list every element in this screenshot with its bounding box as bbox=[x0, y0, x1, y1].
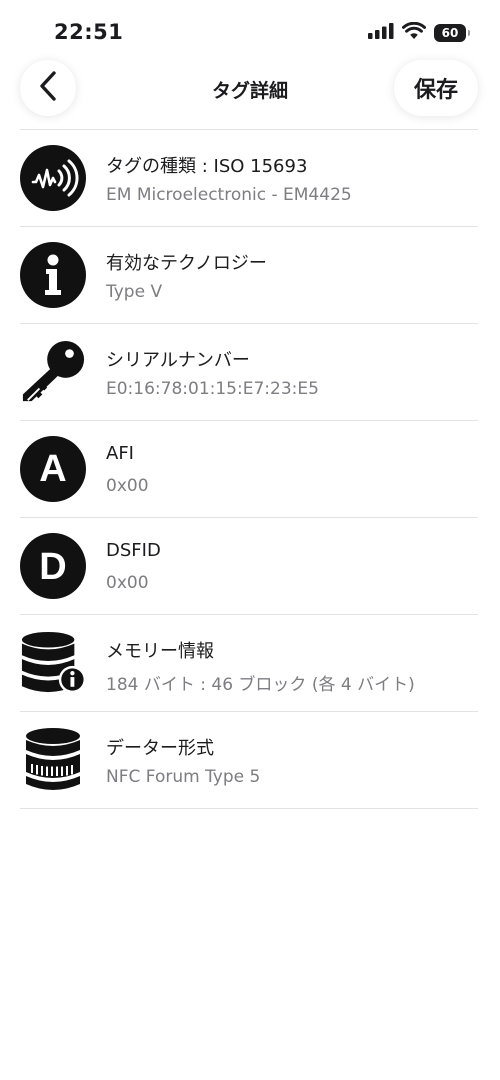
cellular-signal-icon bbox=[368, 22, 394, 43]
list-item-dsfid: D DSFID 0x00 bbox=[20, 518, 478, 615]
data-format-value: NFC Forum Type 5 bbox=[106, 767, 261, 787]
wifi-icon bbox=[402, 21, 426, 43]
afi-value: 0x00 bbox=[106, 476, 149, 496]
status-icons: 60 bbox=[368, 21, 470, 43]
tag-type-value: EM Microelectronic - EM4425 bbox=[106, 185, 352, 205]
list-item-data-format: データー形式 NFC Forum Type 5 bbox=[20, 712, 478, 809]
info-icon bbox=[20, 240, 86, 310]
status-time: 22:51 bbox=[54, 20, 124, 44]
letter-d-icon: D bbox=[20, 531, 86, 601]
dsfid-value: 0x00 bbox=[106, 573, 149, 593]
status-bar: 22:51 60 bbox=[0, 0, 500, 62]
list-item-serial-number: シリアルナンバー E0:16:78:01:15:E7:23:E5 bbox=[20, 324, 478, 421]
list-item-memory-info: メモリー情報 184 バイト : 46 ブロック (各 4 バイト) bbox=[20, 615, 478, 712]
tag-type-label: タグの種類 : ISO 15693 bbox=[106, 156, 308, 177]
serial-number-label: シリアルナンバー bbox=[106, 350, 250, 371]
tag-detail-list: タグの種類 : ISO 15693 EM Microelectronic - E… bbox=[20, 129, 478, 809]
data-format-label: データー形式 bbox=[106, 738, 214, 759]
technology-value: Type V bbox=[106, 282, 163, 302]
afi-icon-letter: A bbox=[39, 448, 66, 490]
list-item-technology: 有効なテクノロジー Type V bbox=[20, 227, 478, 324]
list-item-tag-type: タグの種類 : ISO 15693 EM Microelectronic - E… bbox=[20, 130, 478, 227]
serial-number-value: E0:16:78:01:15:E7:23:E5 bbox=[106, 379, 319, 399]
technology-label: 有効なテクノロジー bbox=[106, 253, 267, 274]
memory-info-label: メモリー情報 bbox=[106, 641, 214, 662]
battery-level: 60 bbox=[441, 25, 459, 40]
database-info-icon bbox=[20, 628, 86, 698]
list-item-afi: A AFI 0x00 bbox=[20, 421, 478, 518]
navigation-bar: タグ詳細 保存 bbox=[0, 60, 500, 118]
memory-info-value: 184 バイト : 46 ブロック (各 4 バイト) bbox=[106, 675, 415, 695]
dsfid-icon-letter: D bbox=[39, 546, 66, 588]
afi-label: AFI bbox=[106, 443, 134, 464]
battery-icon: 60 bbox=[434, 23, 470, 42]
key-icon bbox=[20, 337, 86, 407]
letter-a-icon: A bbox=[20, 434, 86, 504]
database-format-icon bbox=[20, 725, 86, 795]
save-button[interactable]: 保存 bbox=[393, 60, 478, 116]
dsfid-label: DSFID bbox=[106, 540, 161, 561]
nfc-signal-icon bbox=[20, 143, 86, 213]
